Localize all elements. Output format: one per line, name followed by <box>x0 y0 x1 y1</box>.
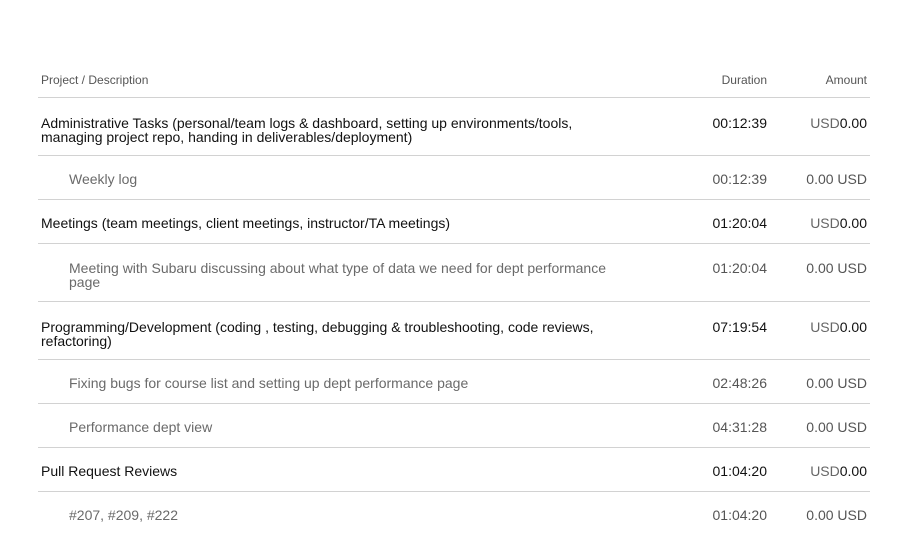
task-amount: 0.00 USD <box>806 260 867 276</box>
task-amount: 0.00 USD <box>806 171 867 187</box>
task-amount: 0.00 USD <box>806 419 867 435</box>
task-row: #207, #209, #222 01:04:20 0.00 USD <box>38 492 870 536</box>
project-row: Pull Request Reviews 01:04:20 USD0.00 <box>38 448 870 492</box>
project-duration: 07:19:54 <box>712 319 768 335</box>
project-duration: 00:12:39 <box>712 115 768 131</box>
project-description: Programming/Development (coding , testin… <box>41 319 594 349</box>
amount-value: 0.00 <box>839 115 867 131</box>
header-duration: Duration <box>721 72 767 87</box>
task-row: Weekly log 00:12:39 0.00 USD <box>38 156 870 200</box>
task-description: #207, #209, #222 <box>69 507 178 523</box>
project-description: Administrative Tasks (personal/team logs… <box>41 115 573 145</box>
task-duration: 04:31:28 <box>712 419 768 435</box>
project-amount: USD0.00 <box>767 216 870 230</box>
task-duration: 01:20:04 <box>712 260 768 276</box>
task-row: Meeting with Subaru discussing about wha… <box>38 244 870 302</box>
currency-label: USD <box>810 215 840 231</box>
amount-value: 0.00 <box>839 463 867 479</box>
table-header: Project / Description Duration Amount <box>38 62 870 98</box>
currency-label: USD <box>810 463 840 479</box>
time-report-table: Project / Description Duration Amount Ad… <box>38 62 870 536</box>
project-description: Meetings (team meetings, client meetings… <box>41 215 451 231</box>
project-row: Meetings (team meetings, client meetings… <box>38 200 870 244</box>
project-amount: USD0.00 <box>767 464 870 478</box>
header-description: Project / Description <box>41 72 149 87</box>
task-duration: 02:48:26 <box>712 375 768 391</box>
project-description: Pull Request Reviews <box>41 463 178 479</box>
amount-value: 0.00 <box>839 319 867 335</box>
task-duration: 00:12:39 <box>712 171 768 187</box>
currency-label: USD <box>810 115 840 131</box>
project-amount: USD0.00 <box>767 320 870 334</box>
task-description: Fixing bugs for course list and setting … <box>69 375 469 391</box>
task-row: Performance dept view 04:31:28 0.00 USD <box>38 404 870 448</box>
currency-label: USD <box>810 319 840 335</box>
project-duration: 01:20:04 <box>712 215 768 231</box>
task-amount: 0.00 USD <box>806 375 867 391</box>
task-description: Weekly log <box>69 171 138 187</box>
header-amount: Amount <box>825 72 867 87</box>
task-duration: 01:04:20 <box>712 507 768 523</box>
project-row: Programming/Development (coding , testin… <box>38 302 870 360</box>
project-amount: USD0.00 <box>767 116 870 130</box>
amount-value: 0.00 <box>839 215 867 231</box>
project-row: Administrative Tasks (personal/team logs… <box>38 98 870 156</box>
task-amount: 0.00 USD <box>806 507 867 523</box>
task-description: Meeting with Subaru discussing about wha… <box>69 260 606 290</box>
task-row: Fixing bugs for course list and setting … <box>38 360 870 404</box>
project-duration: 01:04:20 <box>712 463 768 479</box>
task-description: Performance dept view <box>69 419 213 435</box>
